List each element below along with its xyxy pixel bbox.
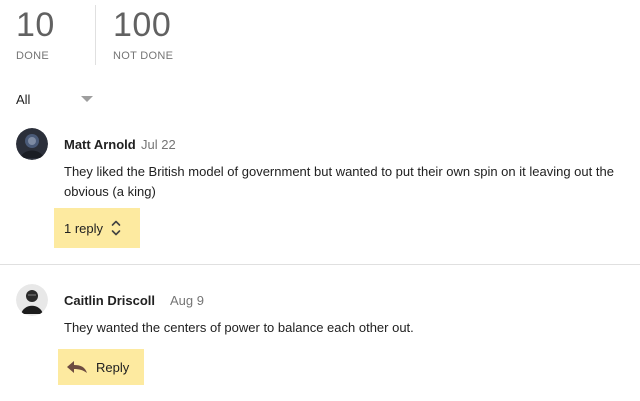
reply-button[interactable]: Reply bbox=[58, 349, 144, 385]
avatar[interactable] bbox=[16, 128, 48, 160]
discussion-panel: 10 DONE 100 NOT DONE All Matt Arnold Jul… bbox=[0, 0, 640, 401]
toggle-replies-button[interactable]: 1 reply bbox=[54, 208, 140, 248]
reply-label: Reply bbox=[96, 360, 130, 375]
not-done-count: 100 bbox=[113, 6, 172, 44]
reply-arrow-icon bbox=[66, 360, 88, 379]
comment-author[interactable]: Caitlin Driscoll bbox=[64, 293, 155, 308]
avatar[interactable] bbox=[16, 284, 48, 316]
comment-date: Aug 9 bbox=[170, 293, 204, 308]
comment-date: Jul 22 bbox=[141, 137, 176, 152]
replies-count-label: 1 reply bbox=[64, 221, 104, 236]
not-done-label: NOT DONE bbox=[113, 50, 174, 62]
avatar-image bbox=[16, 284, 48, 316]
comment-text: They wanted the centers of power to bala… bbox=[64, 320, 414, 335]
done-label: DONE bbox=[16, 50, 49, 62]
filter-dropdown[interactable]: All bbox=[16, 88, 106, 110]
stats-divider bbox=[95, 5, 96, 65]
expand-collapse-icon bbox=[111, 219, 121, 242]
comment-text: They liked the British model of governme… bbox=[64, 164, 614, 199]
not-done-stat: 100 NOT DONE bbox=[113, 0, 173, 62]
avatar-image bbox=[16, 128, 48, 160]
comment-divider bbox=[0, 264, 640, 265]
done-count: 10 bbox=[16, 6, 55, 44]
completion-stats: 10 DONE 100 NOT DONE bbox=[0, 0, 640, 66]
done-stat: 10 DONE bbox=[16, 0, 55, 62]
chevron-down-icon bbox=[81, 96, 93, 102]
filter-value: All bbox=[16, 92, 31, 107]
comment-author[interactable]: Matt Arnold bbox=[64, 137, 136, 152]
